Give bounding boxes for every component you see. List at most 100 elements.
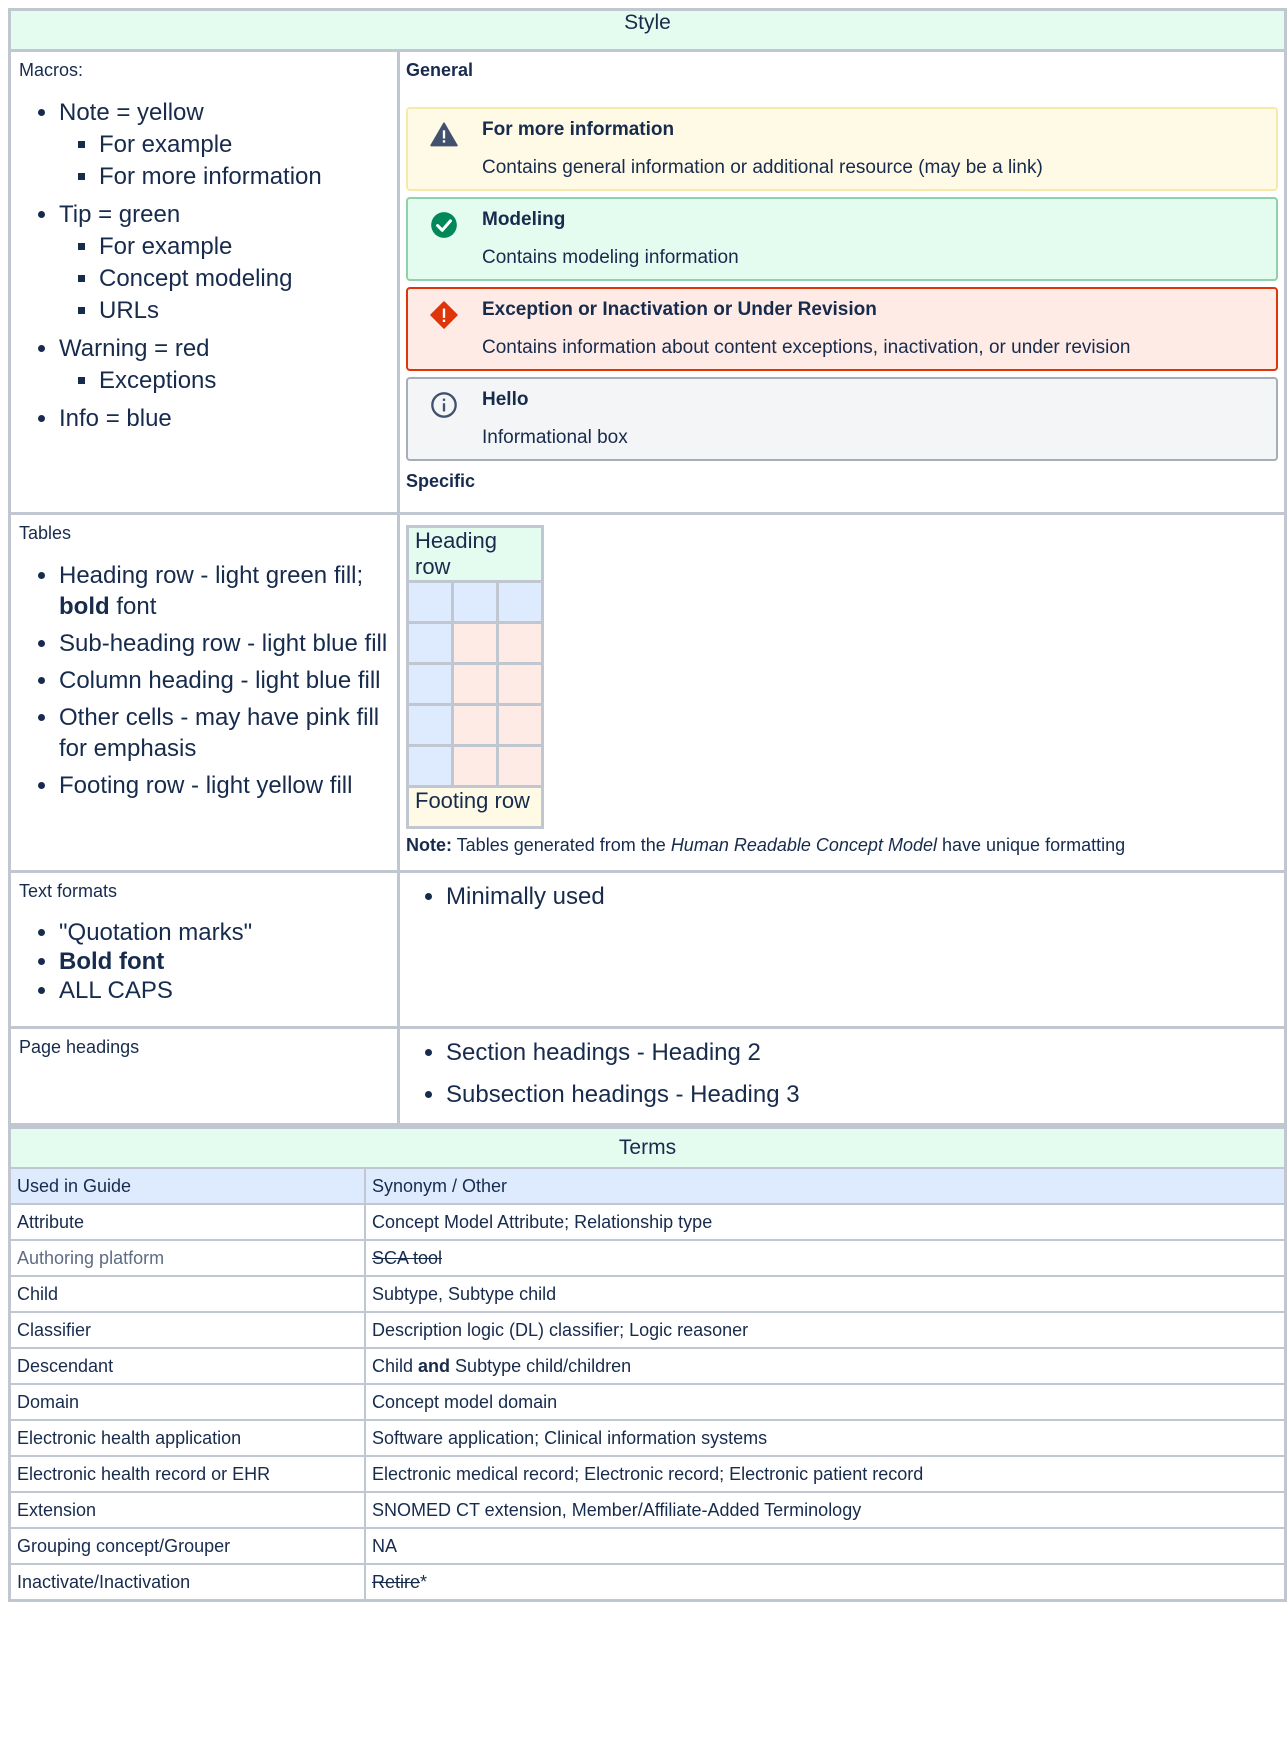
warning-panel: Exception or Inactivation or Under Revis…: [406, 287, 1278, 371]
table-row: Classifier Description logic (DL) classi…: [8, 1311, 1287, 1349]
term-cell: Attribute: [8, 1203, 366, 1241]
panel-body: Informational box: [482, 427, 628, 448]
note-text: have unique formatting: [936, 835, 1126, 855]
column-heading-used: Used in Guide: [8, 1167, 366, 1205]
synonym-text: Subtype child/children: [450, 1355, 632, 1376]
sample-heading-row: Heading row: [406, 525, 544, 583]
tables-cell: Tables Heading row - light green fill; b…: [8, 512, 400, 873]
table-row: Extension SNOMED CT extension, Member/Af…: [8, 1491, 1287, 1529]
sample-cell: [495, 744, 545, 788]
term-cell: Electronic health application: [8, 1419, 366, 1457]
text-formats-right-list: Minimally used: [406, 881, 1278, 913]
sample-cell: [450, 621, 499, 665]
tables-list: Heading row - light green fill; bold fon…: [19, 560, 389, 801]
sample-cell: [495, 703, 545, 747]
list-text: font: [109, 593, 157, 620]
tables-example-cell: Heading row Footing row Note: Tables gen…: [397, 512, 1287, 873]
table-row: Electronic health application Software a…: [8, 1419, 1287, 1457]
list-bold-text: bold: [59, 593, 110, 620]
table-row: Electronic health record or EHR Electron…: [8, 1455, 1287, 1493]
note-bold: Note:: [406, 835, 452, 855]
list-item: Sub-heading row - light blue fill: [59, 628, 389, 659]
sample-cell: [450, 703, 499, 747]
synonym-bold-text: and: [418, 1355, 451, 1376]
synonym-cell: Child and Subtype child/children: [364, 1347, 1287, 1385]
style-table: Style Macros: Note = yellow For example …: [8, 8, 1287, 1126]
list-item: URLs: [99, 295, 389, 327]
term-cell: Child: [8, 1275, 366, 1313]
sample-cell: [495, 621, 545, 665]
tables-note: Note: Tables generated from the Human Re…: [406, 835, 1278, 856]
table-row: Authoring platform SCA tool: [8, 1239, 1287, 1277]
general-label: General: [406, 60, 474, 80]
synonym-cell: SNOMED CT extension, Member/Affiliate-Ad…: [364, 1491, 1287, 1529]
sample-cell: [450, 744, 499, 788]
list-item: Footing row - light yellow fill: [59, 770, 389, 801]
panel-title: For more information: [482, 119, 675, 140]
table-row: Attribute Concept Model Attribute; Relat…: [8, 1203, 1287, 1241]
term-cell: Authoring platform: [8, 1239, 366, 1277]
style-header: Style: [8, 8, 1287, 52]
term-cell: Extension: [8, 1491, 366, 1529]
tables-label: Tables: [19, 523, 72, 543]
synonym-cell: NA: [364, 1527, 1287, 1565]
sample-cell: [450, 662, 499, 706]
sample-cell: [495, 662, 545, 706]
note-text: Tables generated from the: [452, 835, 671, 855]
page-headings-cell: Page headings: [8, 1026, 400, 1126]
strikethrough-text: SCA tool: [372, 1247, 443, 1268]
page-content: Style Macros: Note = yellow For example …: [8, 8, 1287, 1602]
table-row: Descendant Child and Subtype child/child…: [8, 1347, 1287, 1385]
list-item: For more information: [99, 161, 389, 193]
sample-cell: [406, 744, 454, 788]
info-circle-icon: [431, 392, 457, 418]
table-row: Child Subtype, Subtype child: [8, 1275, 1287, 1313]
warning-macro-label: Warning = red: [59, 335, 210, 362]
terms-header: Terms: [8, 1126, 1287, 1169]
list-item: Exceptions: [99, 365, 389, 397]
synonym-cell: Software application; Clinical informati…: [364, 1419, 1287, 1457]
specific-label: Specific: [406, 471, 476, 491]
error-diamond-icon: [430, 301, 458, 329]
list-item: Bold font: [59, 947, 389, 976]
list-item: Heading row - light green fill; bold fon…: [59, 560, 389, 622]
term-cell: Classifier: [8, 1311, 366, 1349]
term-cell: Inactivate/Inactivation: [8, 1563, 366, 1602]
list-item: Minimally used: [446, 881, 1278, 913]
strikethrough-text: Retire: [372, 1571, 421, 1592]
text-formats-example-cell: Minimally used: [397, 870, 1287, 1029]
panel-body: Contains information about content excep…: [482, 337, 1131, 358]
synonym-cell: Subtype, Subtype child: [364, 1275, 1287, 1313]
synonym-text: Child: [372, 1355, 419, 1376]
synonym-cell: Description logic (DL) classifier; Logic…: [364, 1311, 1287, 1349]
macros-cell: Macros: Note = yellow For example For mo…: [8, 49, 400, 515]
check-circle-icon: [431, 212, 457, 238]
panel-title: Modeling: [482, 209, 566, 230]
table-row: Domain Concept model domain: [8, 1383, 1287, 1421]
panel-body: Contains general information or addition…: [482, 157, 1043, 178]
list-item: "Quotation marks": [59, 918, 389, 947]
term-cell: Domain: [8, 1383, 366, 1421]
page-headings-example-cell: Section headings - Heading 2 Subsection …: [397, 1026, 1287, 1126]
list-item: Tip = green For example Concept modeling…: [59, 199, 389, 327]
macros-list: Note = yellow For example For more infor…: [19, 97, 389, 435]
table-row: Grouping concept/Grouper NA: [8, 1527, 1287, 1565]
terms-column-headings: Used in Guide Synonym / Other: [8, 1167, 1287, 1205]
list-text: Heading row - light green fill;: [59, 562, 364, 589]
page-headings-label: Page headings: [19, 1037, 140, 1057]
sample-table: Heading row Footing row: [406, 525, 545, 829]
page-headings-list: Section headings - Heading 2 Subsection …: [406, 1037, 1278, 1111]
info-panel: Hello Informational box: [406, 377, 1278, 461]
sample-cell: [406, 703, 454, 747]
list-item: Other cells - may have pink fill for emp…: [59, 702, 389, 764]
term-cell: Grouping concept/Grouper: [8, 1527, 366, 1565]
macros-examples-cell: General For more information Contains ge…: [397, 49, 1287, 515]
text-formats-cell: Text formats "Quotation marks" Bold font…: [8, 870, 400, 1029]
sample-cell: [406, 662, 454, 706]
note-italic: Human Readable Concept Model: [670, 835, 937, 855]
tip-macro-label: Tip = green: [59, 201, 181, 228]
list-item: Section headings - Heading 2: [446, 1037, 1278, 1069]
list-item: For example: [99, 231, 389, 263]
text-formats-label: Text formats: [19, 881, 118, 901]
column-heading-synonym: Synonym / Other: [364, 1167, 1287, 1205]
